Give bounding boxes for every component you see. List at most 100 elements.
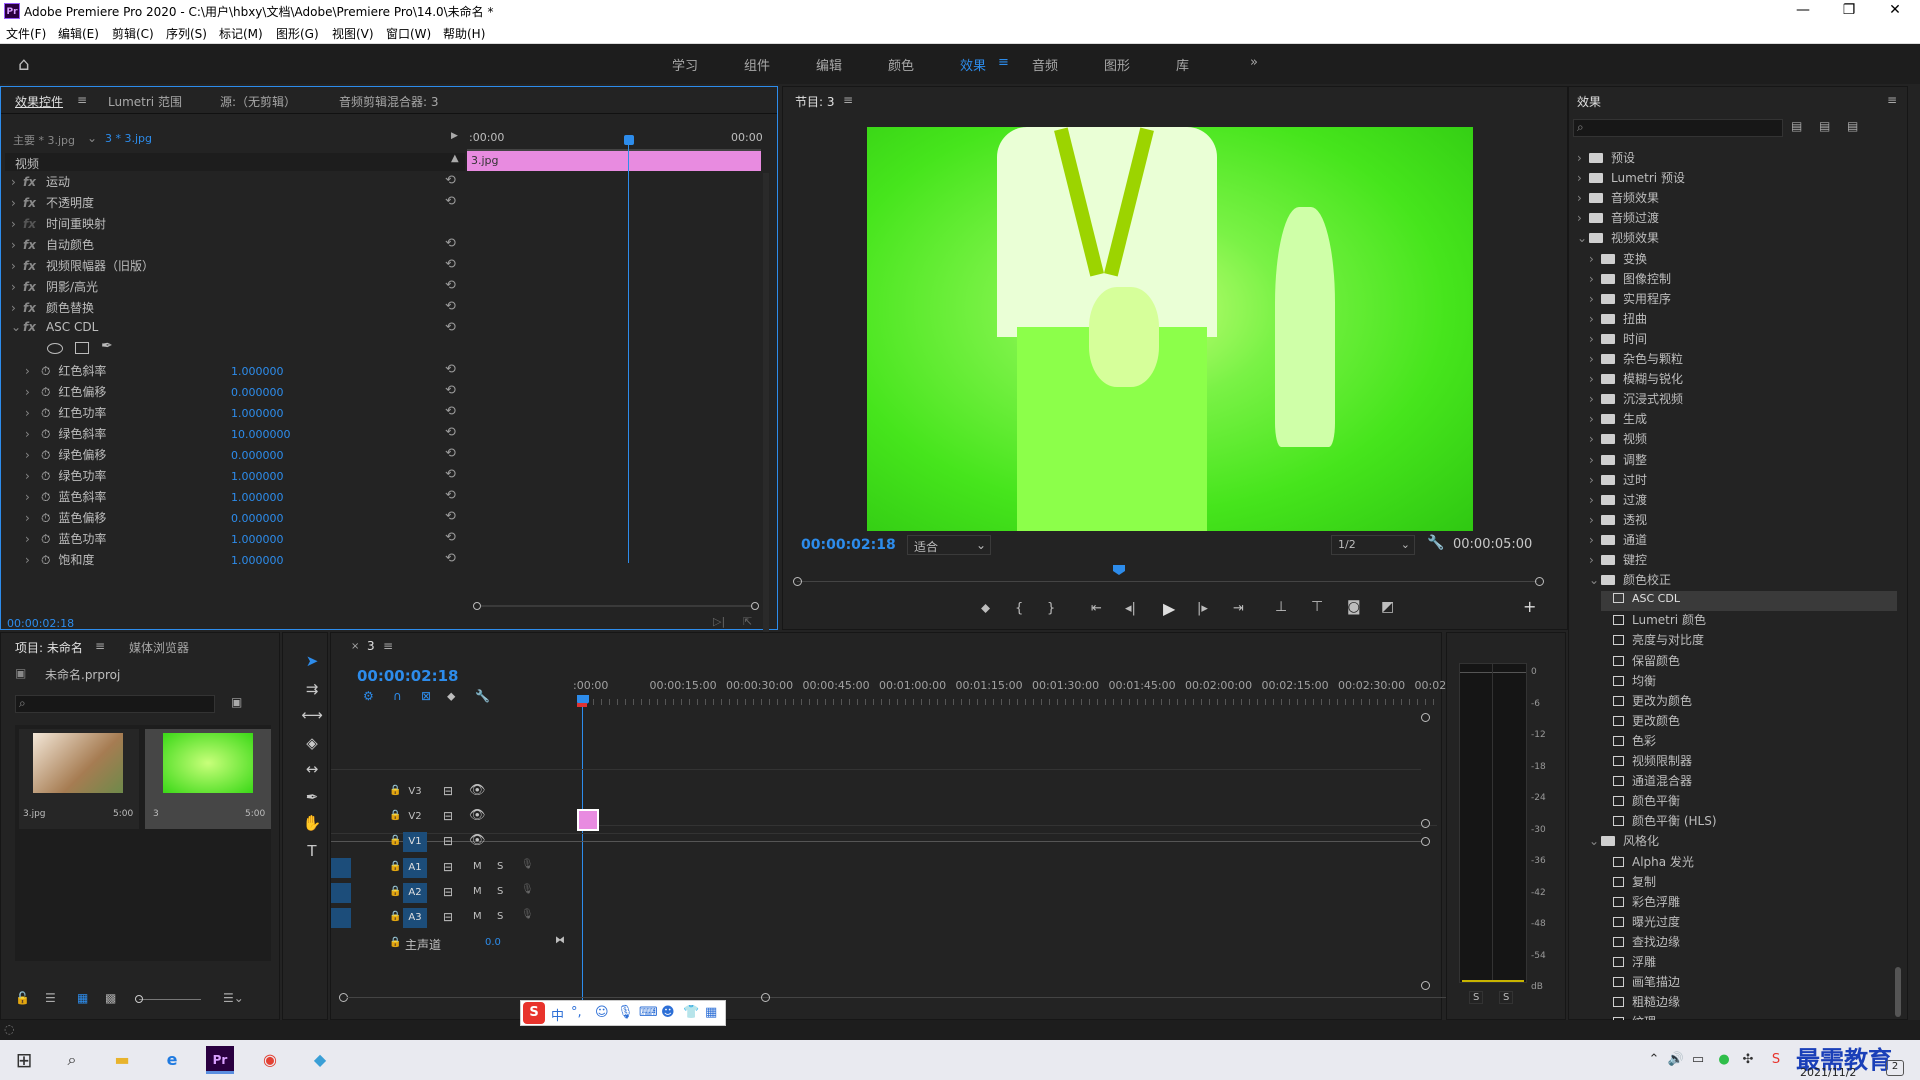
punctuation-icon[interactable]: °, — [571, 1005, 582, 1020]
razor-tool-icon[interactable]: ◈ — [300, 734, 324, 756]
effects-tree-item[interactable]: › 透视 — [1589, 511, 1897, 531]
chevron-right-icon[interactable]: › — [1577, 171, 1589, 185]
reset-icon[interactable]: ⟲ — [445, 509, 456, 524]
new-bin-icon[interactable]: ▣ — [231, 695, 242, 709]
mute-button[interactable]: M — [473, 861, 482, 872]
stopwatch-icon[interactable]: ⏱ — [41, 511, 50, 525]
play-only-icon[interactable]: ▶ — [451, 131, 458, 141]
effects-tree-item[interactable]: 颜色平衡 (HLS) — [1601, 812, 1897, 832]
close-button[interactable]: ✕ — [1872, 0, 1918, 22]
workspace-editing[interactable]: 编辑 — [816, 55, 842, 74]
ec-vertical-scrollbar[interactable] — [763, 173, 769, 678]
track-target-A1[interactable]: A1 — [403, 858, 427, 878]
program-video-frame[interactable] — [867, 127, 1473, 531]
workspace-libraries[interactable]: 库 — [1176, 55, 1189, 74]
zoom-slider[interactable] — [139, 999, 201, 1000]
effects-tree-item[interactable]: 更改为颜色 — [1601, 692, 1897, 712]
fx-icon[interactable]: fx — [23, 238, 36, 252]
chevron-down-icon[interactable]: ⌄ — [1577, 231, 1589, 245]
sequence-clip-label[interactable]: 3 * 3.jpg — [105, 132, 152, 145]
chrome-icon[interactable]: ◉ — [256, 1046, 284, 1074]
chevron-right-icon[interactable]: › — [1589, 473, 1601, 487]
track-target-V3[interactable]: V3 — [403, 782, 427, 802]
skin-icon[interactable]: 👕 — [683, 1005, 699, 1020]
timeline-ruler[interactable]: :00:00 00:00:15:00 00:00:30:00 00:00:45:00 0… — [573, 679, 1468, 699]
sync-lock-icon[interactable]: ⊟ — [443, 784, 453, 798]
minimize-button[interactable]: — — [1780, 0, 1826, 22]
tab-menu-icon[interactable]: ≡ — [77, 93, 87, 107]
timeline-scroll-end[interactable] — [761, 993, 770, 1002]
effect-row-auto-color[interactable]: › fx 自动颜色 — [11, 236, 94, 257]
wrench-icon[interactable]: 🔧 — [1427, 535, 1444, 551]
zoom-slider-handle[interactable] — [135, 995, 143, 1003]
type-tool-icon[interactable]: T — [300, 842, 324, 864]
freeform-view-icon[interactable]: ▩ — [105, 991, 116, 1005]
param-row[interactable]: › ⏱ 蓝色功率 — [25, 530, 106, 551]
fx-icon[interactable]: fx — [23, 280, 36, 294]
tab-audio-clip-mixer[interactable]: 音频剪辑混合器: 3 — [339, 93, 439, 110]
reset-icon[interactable]: ⟲ — [445, 320, 456, 335]
effects-tree-item[interactable]: 颜色平衡 — [1601, 792, 1897, 812]
reset-icon[interactable]: ⟲ — [445, 530, 456, 545]
effects-tree-item[interactable]: › 预设 — [1577, 149, 1897, 169]
fx-icon[interactable]: fx — [23, 301, 36, 315]
fx-icon[interactable]: fx — [23, 196, 36, 210]
param-value[interactable]: 0.000000 — [231, 512, 284, 525]
effect-row-video-limiter[interactable]: › fx 视频限幅器（旧版） — [11, 257, 154, 278]
effects-tree-item[interactable]: › 音频过渡 — [1577, 209, 1897, 229]
program-playhead[interactable] — [1113, 565, 1125, 575]
expand-icon[interactable]: › — [25, 511, 37, 525]
effects-tree-item[interactable]: › 生成 — [1589, 410, 1897, 430]
maximize-button[interactable]: ❐ — [1826, 0, 1872, 22]
step-forward-icon[interactable]: |▸ — [1197, 601, 1208, 616]
v-scroll-handle[interactable] — [1421, 837, 1430, 846]
menu-view[interactable]: 视图(V) — [332, 25, 374, 42]
effects-tree-item[interactable]: ⌄ 颜色校正 — [1589, 571, 1897, 591]
effects-tree-item[interactable]: › 沉浸式视频 — [1589, 390, 1897, 410]
param-value[interactable]: 10.000000 — [231, 428, 291, 441]
expand-icon[interactable]: › — [25, 385, 37, 399]
chevron-right-icon[interactable]: › — [1589, 533, 1601, 547]
param-value[interactable]: 0.000000 — [231, 386, 284, 399]
ime-mode[interactable]: 中 — [551, 1005, 564, 1024]
program-menu-icon[interactable]: ≡ — [843, 93, 853, 107]
track-lock-icon[interactable]: 🔒 — [389, 835, 401, 846]
menu-graphics[interactable]: 图形(G) — [276, 25, 319, 42]
source-patch-A2[interactable] — [331, 883, 351, 903]
expand-icon[interactable]: › — [25, 553, 37, 567]
effects-tree-item[interactable]: › 视频 — [1589, 430, 1897, 450]
chevron-right-icon[interactable]: › — [1589, 553, 1601, 567]
sync-lock-icon[interactable]: ⊟ — [443, 860, 453, 874]
effects-tree-item[interactable]: › 键控 — [1589, 551, 1897, 571]
param-value[interactable]: 1.000000 — [231, 470, 284, 483]
chevron-down-icon[interactable]: ⌄ — [1589, 573, 1601, 587]
file-explorer-icon[interactable]: ▬ — [108, 1046, 136, 1074]
effects-tree-item[interactable]: 浮雕 — [1601, 953, 1897, 973]
effects-tree-item[interactable]: › 变换 — [1589, 250, 1897, 270]
scrub-start-handle[interactable] — [793, 577, 802, 586]
workspace-color[interactable]: 颜色 — [888, 55, 914, 74]
stopwatch-icon[interactable]: ⏱ — [41, 448, 50, 462]
effects-tree-item[interactable]: 亮度与对比度 — [1601, 631, 1897, 651]
ec-playhead-handle[interactable] — [624, 135, 634, 145]
stopwatch-icon[interactable]: ⏱ — [41, 427, 50, 441]
sync-lock-icon[interactable]: ⊟ — [443, 910, 453, 924]
home-icon[interactable]: ⌂ — [18, 54, 29, 75]
menu-marker[interactable]: 标记(M) — [219, 25, 263, 42]
go-to-in-icon[interactable]: ⇤ — [1091, 601, 1102, 616]
source-patch-A1[interactable] — [331, 858, 351, 878]
effects-tree-item[interactable]: › 调整 — [1589, 451, 1897, 471]
keyboard-icon[interactable]: ⌨ — [639, 1005, 658, 1020]
reset-icon[interactable]: ⟲ — [445, 194, 456, 209]
track-target-V1[interactable]: V1 — [403, 832, 427, 852]
linked-selection-icon[interactable]: ⊠ — [421, 689, 431, 703]
hand-tool-icon[interactable]: ✋ — [300, 814, 324, 836]
eye-icon[interactable]: 👁 — [469, 833, 486, 848]
effects-tree-item[interactable]: ASC CDL — [1601, 591, 1897, 612]
tab-lumetri-scopes[interactable]: Lumetri 范围 — [108, 93, 182, 110]
expand-icon[interactable]: › — [25, 490, 37, 504]
track-lock-icon[interactable]: 🔒 — [389, 937, 401, 948]
tab-effect-controls[interactable]: 效果控件 — [15, 93, 63, 110]
timeline-marker-icon[interactable]: ⬥ — [447, 689, 455, 704]
add-marker-icon[interactable]: ⬥ — [981, 601, 990, 616]
